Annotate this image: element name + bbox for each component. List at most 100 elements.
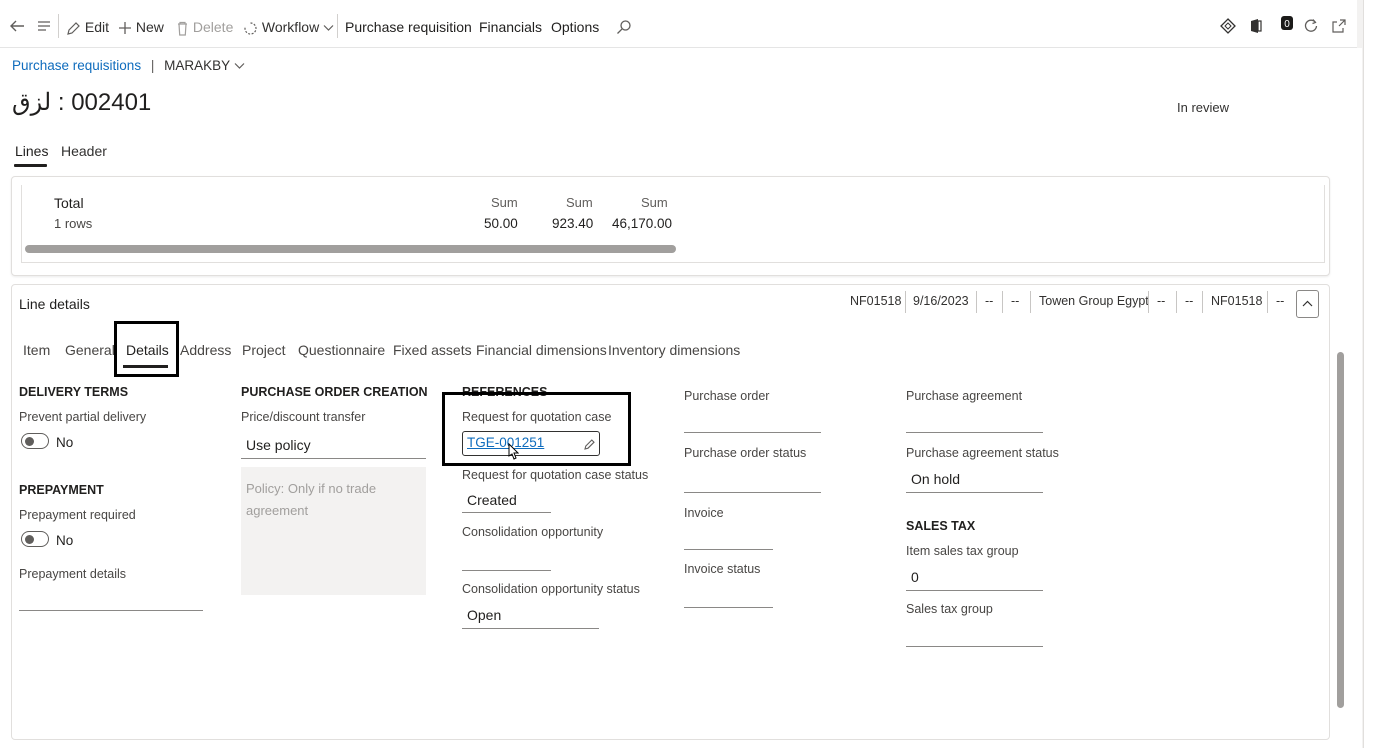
new-button[interactable]: New [118, 16, 164, 38]
price-transfer-label: Price/discount transfer [241, 410, 366, 424]
diamond-icon[interactable] [1220, 17, 1236, 34]
tab-lines-underline [14, 164, 47, 167]
rfq-status-value: Created [467, 492, 517, 508]
company-selector[interactable]: MARAKBY [164, 58, 245, 73]
prepayment-details-label: Prepayment details [19, 567, 127, 581]
delivery-terms-heading: DELIVERY TERMS [19, 385, 129, 399]
back-arrow-icon[interactable] [8, 17, 26, 34]
breadcrumb-separator: | [150, 58, 155, 73]
sales-tax-group-field[interactable] [906, 646, 1043, 647]
purchase-agreement-field[interactable] [906, 432, 1043, 433]
consolidation-status-underline [462, 628, 599, 629]
agreement-status-value: On hold [911, 471, 961, 487]
prepayment-required-toggle[interactable] [21, 531, 49, 547]
delete-button[interactable]: Delete [176, 16, 233, 38]
tab-header-label: Header [61, 143, 107, 159]
tab-project[interactable]: Project [242, 342, 286, 358]
chevron-up-icon [1302, 300, 1313, 307]
sum-caption-1: Sum [491, 195, 518, 210]
rfq-status-underline [462, 512, 551, 513]
sum-caption-2: Sum [566, 195, 593, 210]
consolidation-status-label: Consolidation opportunity status [462, 582, 640, 596]
trash-icon [178, 21, 187, 36]
fact-empty-3: -- [1157, 294, 1166, 308]
workflow-label: Workflow [261, 19, 320, 35]
search-icon[interactable] [616, 18, 632, 35]
invoice-label: Invoice [684, 506, 724, 520]
consolidation-status-value: Open [467, 607, 502, 623]
collapse-button[interactable] [1296, 290, 1319, 318]
item-sales-tax-group-value[interactable]: 0 [911, 569, 919, 585]
tab-fixed-assets[interactable]: Fixed assets [393, 342, 472, 358]
item-sales-tax-group-label: Item sales tax group [906, 544, 1019, 558]
open-new-window-icon[interactable] [1331, 17, 1347, 34]
tab-lines[interactable]: Lines [15, 143, 48, 159]
price-transfer-value[interactable]: Use policy [246, 437, 311, 453]
company-label: MARAKBY [164, 58, 230, 73]
tab-questionnaire[interactable]: Questionnaire [298, 342, 385, 358]
prevent-partial-delivery-toggle[interactable] [21, 433, 49, 449]
delete-label: Delete [192, 19, 234, 35]
prepayment-details-field[interactable] [19, 610, 203, 611]
invoice-field[interactable] [684, 549, 773, 550]
prevent-partial-delivery-value: No [56, 435, 74, 450]
prepayment-heading: PREPAYMENT [19, 483, 104, 497]
tab-lines-label: Lines [15, 143, 49, 159]
tab-general[interactable]: General [65, 342, 115, 358]
purchase-order-label: Purchase order [684, 389, 770, 403]
financials-tab[interactable]: Financials [479, 16, 542, 38]
refresh-icon[interactable] [1303, 17, 1319, 34]
prepayment-required-value: No [56, 533, 74, 548]
breadcrumb-parent-link[interactable]: Purchase requisitions [12, 58, 141, 73]
tab-financial-dimensions[interactable]: Financial dimensions [476, 342, 607, 358]
total-rows: 1 rows [54, 216, 93, 231]
po-creation-heading: PURCHASE ORDER CREATION [241, 385, 428, 399]
consolidation-field[interactable] [462, 570, 551, 571]
menu-lines-icon[interactable] [36, 17, 52, 34]
sum-caption-3: Sum [641, 195, 668, 210]
options-tab[interactable]: Options [551, 16, 599, 38]
chevron-down-icon [323, 25, 334, 32]
agreement-status-underline [906, 492, 1043, 493]
tab-header[interactable]: Header [61, 143, 107, 159]
fact-date: 9/16/2023 [913, 294, 969, 308]
purchase-order-field[interactable] [684, 432, 821, 433]
horizontal-scrollbar[interactable] [25, 245, 676, 253]
consolidation-label: Consolidation opportunity [462, 525, 604, 539]
fact-empty-2: -- [1011, 294, 1020, 308]
edit-button[interactable]: Edit [66, 16, 109, 38]
tab-address[interactable]: Address [180, 342, 231, 358]
notification-badge-icon[interactable]: 0 [1279, 14, 1295, 34]
sales-tax-group-label: Sales tax group [906, 602, 993, 616]
vertical-scrollbar[interactable] [1337, 352, 1344, 708]
rfq-status-label: Request for quotation case status [462, 468, 649, 482]
svg-text:0: 0 [1284, 19, 1290, 30]
price-transfer-underline [241, 458, 426, 459]
rfq-case-highlight [442, 392, 631, 466]
purchase-requisition-tab[interactable]: Purchase requisition [345, 16, 472, 38]
po-status-field [684, 492, 821, 493]
total-label: Total [54, 195, 84, 211]
details-tab-highlight [114, 321, 179, 377]
status-text: In review [1177, 100, 1230, 115]
tab-inventory-dimensions[interactable]: Inventory dimensions [608, 342, 740, 358]
action-pane: Edit New Delete Workflow Purchase requis… [0, 0, 1357, 48]
edit-label: Edit [84, 19, 110, 35]
invoice-status-label: Invoice status [684, 562, 761, 576]
po-status-label: Purchase order status [684, 446, 807, 460]
sum-value-2: 923.40 [552, 216, 594, 231]
fact-item-number: NF01518 [850, 294, 902, 308]
item-sales-tax-group-underline [906, 590, 1043, 591]
tab-item[interactable]: Item [23, 342, 50, 358]
invoice-status-field [684, 607, 773, 608]
office-icon[interactable] [1249, 17, 1263, 34]
workflow-button[interactable]: Workflow [243, 16, 334, 38]
line-details-title: Line details [19, 296, 90, 312]
agreement-status-label: Purchase agreement status [906, 446, 1059, 460]
fact-empty-4: -- [1185, 294, 1194, 308]
page-title: 002401 : لزق [12, 89, 152, 116]
new-label: New [135, 19, 164, 35]
fact-empty-1: -- [985, 294, 994, 308]
plus-icon [119, 22, 131, 35]
fact-empty-5: -- [1276, 294, 1285, 308]
